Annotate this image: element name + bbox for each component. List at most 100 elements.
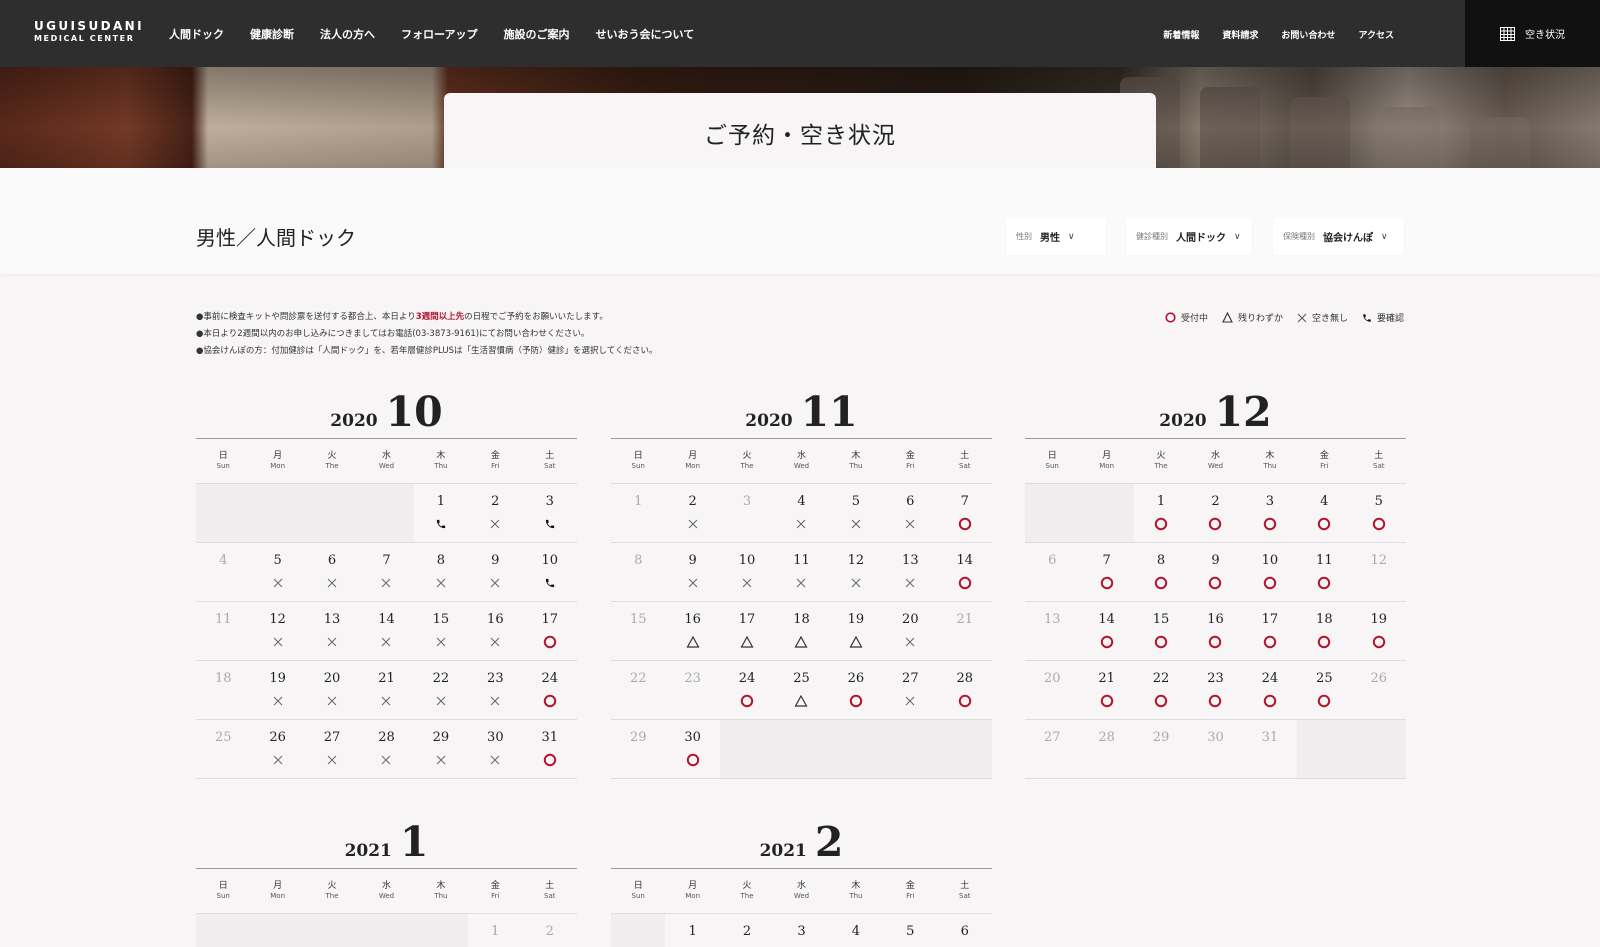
calendar-day-cell[interactable]: 14 — [1079, 602, 1133, 660]
day-status — [1352, 516, 1406, 532]
circle-icon — [1165, 312, 1176, 323]
calendar-day-cell[interactable]: 16 — [1188, 602, 1242, 660]
calendar-day-cell[interactable]: 14 — [938, 543, 992, 601]
calendar-day-cell: 1 — [611, 484, 665, 542]
nav-item-corporate[interactable]: 法人の方へ — [320, 26, 375, 42]
day-number: 16 — [684, 612, 701, 627]
cross-icon — [1297, 313, 1307, 322]
day-number: 13 — [902, 553, 919, 568]
weekday-label: 水 Wed — [793, 881, 810, 900]
chevron-down-icon: ∨ — [1381, 231, 1388, 242]
calendar-empty-cell — [304, 484, 360, 542]
calendar-day-cell[interactable]: 7 — [1079, 543, 1133, 601]
calendar-day-cell: 23 — [665, 661, 719, 719]
calendar-day-cell[interactable]: 7 — [938, 484, 992, 542]
calendar-day-cell[interactable]: 26 — [829, 661, 883, 719]
calendar-day-cell[interactable]: 17 — [720, 602, 774, 660]
day-number: 12 — [1370, 553, 1388, 568]
calendar-day-cell[interactable]: 23 — [1188, 661, 1242, 719]
nav-item-follow-up[interactable]: フォローアップ — [401, 26, 478, 42]
calendar-day-cell: 22 — [611, 661, 665, 719]
full-cross-icon — [327, 755, 337, 765]
calendar-day-cell[interactable]: 31 — [523, 720, 577, 778]
calendar-empty-cell — [719, 720, 775, 778]
calendar-day-cell[interactable]: 16 — [665, 602, 719, 660]
day-number: 13 — [323, 612, 341, 627]
day-number: 15 — [1152, 612, 1170, 627]
calendar-day-cell[interactable]: 17 — [523, 602, 577, 660]
calendar-empty-cell — [774, 720, 829, 778]
calendar-day-cell[interactable]: 1 — [1134, 484, 1188, 542]
calendar-day-cell[interactable]: 24 — [523, 661, 577, 719]
calendar-day-cell[interactable]: 11 — [1297, 543, 1351, 601]
calendar-day-cell[interactable]: 3 — [1243, 484, 1297, 542]
nav-item-news[interactable]: 新着情報 — [1163, 28, 1199, 41]
calendar-month: 2021 2 日 Sun 月 Mon 火 The 水 Wed 木 Thu 金 Fri 土 Sat 1 2 3 4 5 6 — [611, 818, 992, 947]
day-number: 14 — [1098, 612, 1115, 627]
day-number: 24 — [1261, 671, 1279, 686]
calendar-day-cell[interactable]: 9 — [1188, 543, 1242, 601]
weekday-label: 木 Thu — [849, 881, 863, 900]
calendar-day-cell[interactable]: 15 — [1134, 602, 1188, 660]
calendar-day-cell[interactable]: 5 — [1352, 484, 1406, 542]
calendar-day-cell[interactable]: 24 — [720, 661, 774, 719]
calendar-day-cell[interactable]: 19 — [1352, 602, 1406, 660]
calendar-day-cell[interactable]: 18 — [774, 602, 828, 660]
weekday-label: 金 Fri — [905, 881, 915, 900]
weekday-label: 水 Wed — [793, 451, 810, 470]
day-number: 2 — [545, 924, 554, 939]
calendar-day-cell[interactable]: 18 — [1297, 602, 1351, 660]
calendar-day-cell: 21 — [359, 661, 413, 719]
weekday-label: 火 The — [325, 451, 339, 470]
nav-item-health-checkup[interactable]: 健康診断 — [250, 26, 294, 42]
calendar-day-cell[interactable]: 25 — [1297, 661, 1351, 719]
calendar-day-cell[interactable]: 30 — [665, 720, 719, 778]
calendar-day-cell: 20 — [883, 602, 937, 660]
calendar-week-row: 8 9 10 11 12 13 14 — [611, 543, 992, 602]
main-nav: 人間ドック 健康診断 法人の方へ フォローアップ 施設のご案内 せいおう会につい… — [169, 26, 720, 42]
full-cross-icon — [905, 637, 915, 647]
calendar-day-cell[interactable]: 21 — [1079, 661, 1133, 719]
calendar-day-cell[interactable]: 28 — [938, 661, 992, 719]
gender-select[interactable]: 性別 男性 ∨ — [1006, 218, 1106, 255]
nav-item-ningen-dock[interactable]: 人間ドック — [169, 26, 224, 42]
weekday-label: 火 The — [740, 881, 754, 900]
calendar-day-cell[interactable]: 19 — [829, 602, 883, 660]
calendar-day-cell: 8 — [611, 543, 665, 601]
calendar-day-cell: 10 — [720, 543, 774, 601]
day-status — [305, 634, 359, 650]
full-cross-icon — [742, 578, 752, 588]
day-status — [250, 752, 304, 768]
weekday-label: 金 Fri — [905, 451, 915, 470]
nav-item-about[interactable]: せいおう会について — [596, 26, 695, 42]
weekday-label: 金 Fri — [490, 451, 500, 470]
nav-item-contact[interactable]: お問い合わせ — [1281, 28, 1335, 41]
calendar-day-cell[interactable]: 22 — [1134, 661, 1188, 719]
calendar-day-cell[interactable]: 2 — [1188, 484, 1242, 542]
day-number: 11 — [214, 612, 232, 627]
vacancy-status-button[interactable]: 空き状況 — [1465, 0, 1600, 67]
weekday-label: 日 Sun — [1045, 451, 1059, 470]
day-status — [774, 693, 828, 709]
calendar-day-cell[interactable]: 10 — [1243, 543, 1297, 601]
calendar-empty-cell — [359, 484, 414, 542]
day-number: 14 — [378, 612, 395, 627]
calendar-day-cell: 5 — [829, 484, 883, 542]
weekday-label: 月 Mon — [270, 451, 286, 470]
calendar-day-cell: 10 — [523, 543, 577, 601]
calendar-day-cell[interactable]: 4 — [1297, 484, 1351, 542]
calendar-day-cell[interactable]: 8 — [1134, 543, 1188, 601]
nav-item-access[interactable]: アクセス — [1358, 28, 1394, 41]
day-status — [1134, 752, 1188, 768]
calendar-day-cell[interactable]: 24 — [1243, 661, 1297, 719]
site-logo[interactable]: UGUISUDANI MEDICAL CENTER — [34, 20, 144, 45]
nav-item-facilities[interactable]: 施設のご案内 — [504, 26, 570, 42]
available-circle-icon — [1154, 517, 1168, 531]
day-number: 23 — [487, 671, 504, 686]
calendar-day-cell[interactable]: 25 — [774, 661, 828, 719]
exam-type-select[interactable]: 健診種別 人間ドック ∨ — [1126, 218, 1252, 255]
day-number: 24 — [541, 671, 559, 686]
calendar-day-cell[interactable]: 17 — [1243, 602, 1297, 660]
nav-item-brochure-request[interactable]: 資料請求 — [1222, 28, 1258, 41]
insurance-type-select[interactable]: 保険種別 協会けんぽ ∨ — [1273, 218, 1404, 255]
